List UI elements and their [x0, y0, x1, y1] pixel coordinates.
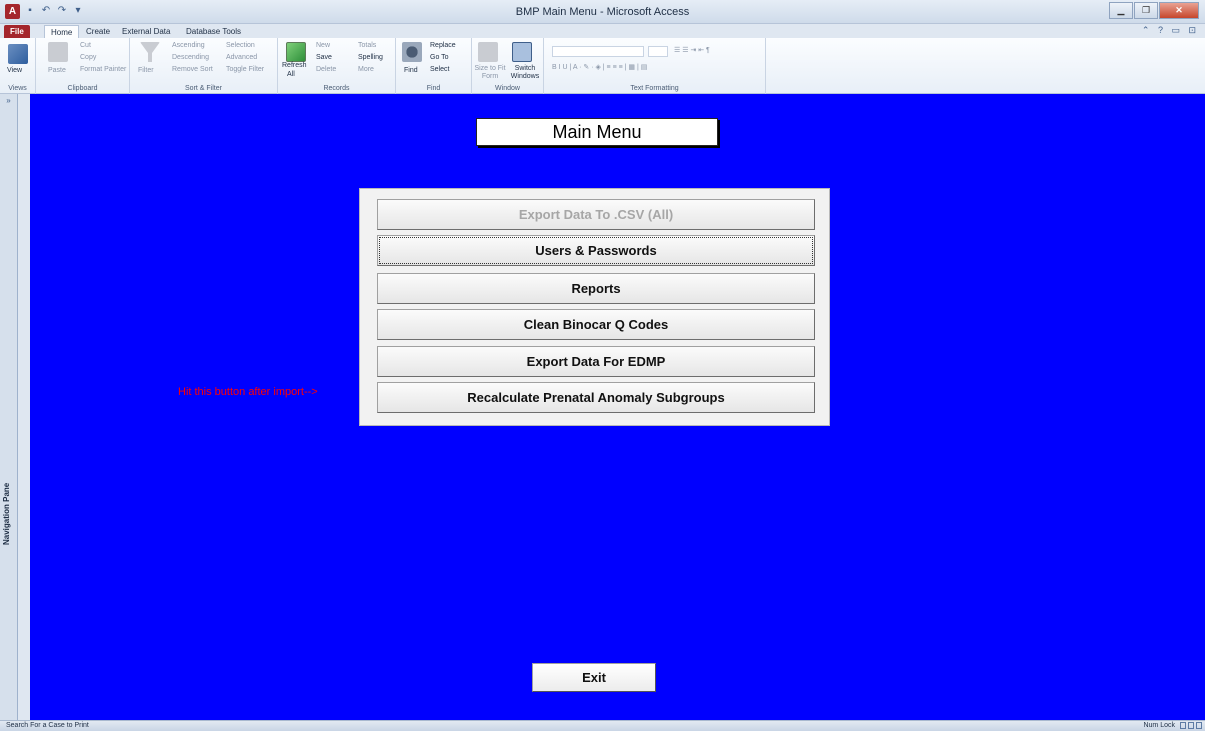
close-button[interactable]: ✕: [1159, 2, 1199, 19]
menu-button-panel: Export Data To .CSV (All) Users & Passwo…: [359, 188, 830, 426]
group-text-formatting: ☰ ☰ ⇥ ⇤ ¶ B I U | A · ✎ · ◈ | ≡ ≡ ≡ | ▦ …: [544, 38, 766, 94]
main-menu-form: Main Menu Export Data To .CSV (All) User…: [30, 94, 1205, 720]
totals-button[interactable]: Totals: [358, 42, 376, 49]
users-passwords-button[interactable]: Users & Passwords: [377, 235, 815, 266]
reports-button[interactable]: Reports: [377, 273, 815, 304]
group-views: View Views: [0, 38, 36, 94]
save-record-button[interactable]: Save: [316, 54, 332, 61]
exit-button[interactable]: Exit: [532, 663, 656, 692]
window-controls: ▁ ❐ ✕: [1109, 2, 1199, 19]
tab-external-data[interactable]: External Data: [116, 25, 176, 38]
list-indent-icons[interactable]: ☰ ☰ ⇥ ⇤ ¶: [674, 46, 710, 54]
clean-binocar-q-codes-button[interactable]: Clean Binocar Q Codes: [377, 309, 815, 340]
filter-icon[interactable]: [140, 42, 160, 62]
access-window: A ▪ ↶ ↷ ▾ BMP Main Menu - Microsoft Acce…: [0, 0, 1205, 731]
recalculate-subgroups-button[interactable]: Recalculate Prenatal Anomaly Subgroups: [377, 382, 815, 413]
tab-home[interactable]: Home: [44, 25, 80, 38]
status-text: Search For a Case to Print: [6, 722, 89, 729]
ribbon-tabs: File Home Create External Data Database …: [0, 24, 1205, 38]
view-icon[interactable]: [8, 44, 28, 64]
go-to-button[interactable]: Go To: [430, 54, 449, 61]
view-switcher: [1180, 722, 1202, 729]
export-csv-all-button[interactable]: Export Data To .CSV (All): [377, 199, 815, 230]
remove-sort-button[interactable]: Remove Sort: [172, 66, 213, 73]
format-icons[interactable]: B I U | A · ✎ · ◈ | ≡ ≡ ≡ | ▦ | ▤: [552, 63, 647, 71]
format-painter-button[interactable]: Format Painter: [80, 66, 126, 73]
new-record-button[interactable]: New: [316, 42, 330, 49]
group-clipboard: Paste Cut Copy Format Painter Clipboard: [36, 38, 130, 94]
maximize-button[interactable]: ❐: [1134, 2, 1158, 19]
views-group-label: Views: [8, 85, 27, 92]
paste-icon[interactable]: [48, 42, 68, 62]
tab-file[interactable]: File: [4, 25, 30, 38]
group-find: Find Replace Go To Select Find: [396, 38, 472, 94]
expand-pane-icon[interactable]: »: [2, 96, 15, 108]
layout-view-icon[interactable]: [1188, 722, 1194, 729]
replace-button[interactable]: Replace: [430, 42, 456, 49]
ascending-button[interactable]: Ascending: [172, 42, 205, 49]
filter-button[interactable]: Filter: [138, 67, 154, 74]
navigation-pane-label[interactable]: Navigation Pane: [2, 474, 16, 554]
ribbon: View Views Paste Cut Copy Format Painter…: [0, 38, 1205, 94]
sort-filter-group-label: Sort & Filter: [185, 85, 222, 92]
window-group-label: Window: [495, 85, 520, 92]
num-lock-indicator: Num Lock: [1143, 722, 1175, 729]
copy-button[interactable]: Copy: [80, 54, 96, 61]
tab-create[interactable]: Create: [80, 25, 116, 38]
group-window: Size to Fit Form Switch Windows Window: [472, 38, 544, 94]
advanced-button[interactable]: Advanced: [226, 54, 257, 61]
paste-button[interactable]: Paste: [48, 67, 66, 74]
delete-record-button[interactable]: Delete: [316, 66, 336, 73]
find-button[interactable]: Find: [404, 67, 418, 74]
refresh-all-button[interactable]: All: [287, 71, 295, 78]
refresh-icon[interactable]: [286, 42, 306, 62]
text-formatting-group-label: Text Formatting: [630, 85, 679, 92]
export-data-edmp-button[interactable]: Export Data For EDMP: [377, 346, 815, 377]
toggle-filter-button[interactable]: Toggle Filter: [226, 66, 264, 73]
form-header-title: Main Menu: [476, 118, 718, 146]
group-sort-filter: Filter Ascending Descending Remove Sort …: [130, 38, 278, 94]
pane-splitter: [18, 94, 30, 720]
switch-windows-icon[interactable]: [512, 42, 532, 62]
window-title: BMP Main Menu - Microsoft Access: [515, 6, 690, 18]
font-name-select[interactable]: [552, 46, 644, 57]
selection-button[interactable]: Selection: [226, 42, 255, 49]
select-button[interactable]: Select: [430, 66, 449, 73]
clipboard-group-label: Clipboard: [67, 85, 98, 92]
tab-database-tools[interactable]: Database Tools: [180, 25, 247, 38]
font-size-select[interactable]: [648, 46, 668, 57]
size-to-fit-form-button[interactable]: Size to Fit Form: [474, 65, 506, 81]
minimize-button[interactable]: ▁: [1109, 2, 1133, 19]
navigation-pane[interactable]: » Navigation Pane: [0, 94, 18, 720]
binoculars-icon[interactable]: [402, 42, 422, 62]
group-records: Refresh All New Save Delete Totals Spell…: [278, 38, 396, 94]
spelling-button[interactable]: Spelling: [358, 54, 383, 61]
view-button[interactable]: View: [7, 67, 22, 74]
ribbon-help-controls[interactable]: ⌃ ? ▭ ⊡: [1142, 25, 1199, 36]
more-button[interactable]: More: [358, 66, 374, 73]
records-group-label: Records: [323, 85, 350, 92]
design-view-icon[interactable]: [1196, 722, 1202, 729]
status-bar: Search For a Case to Print Num Lock: [0, 720, 1205, 731]
refresh-button[interactable]: Refresh: [282, 62, 307, 69]
descending-button[interactable]: Descending: [172, 54, 209, 61]
cut-button[interactable]: Cut: [80, 42, 91, 49]
find-group-label: Find: [426, 85, 441, 92]
import-hint-label: Hit this button after import-->: [178, 386, 318, 398]
title-bar: A ▪ ↶ ↷ ▾ BMP Main Menu - Microsoft Acce…: [0, 0, 1205, 24]
size-to-fit-icon[interactable]: [478, 42, 498, 62]
form-view-icon[interactable]: [1180, 722, 1186, 729]
switch-windows-button[interactable]: Switch Windows: [508, 65, 542, 81]
